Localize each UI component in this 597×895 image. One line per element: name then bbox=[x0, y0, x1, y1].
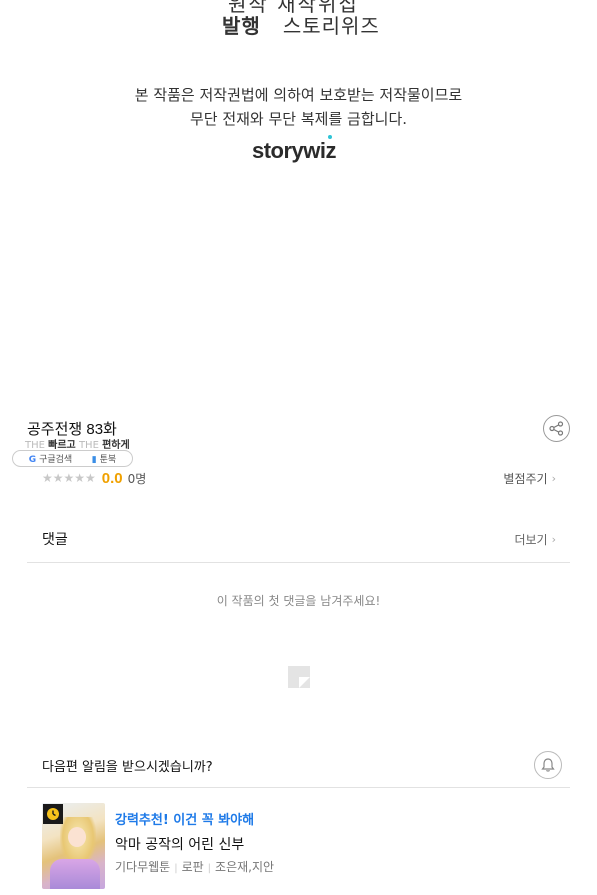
rate-button[interactable]: 별점주기 › bbox=[503, 470, 556, 487]
comments-more-label: 더보기 bbox=[514, 532, 548, 547]
thumb-art-face bbox=[68, 827, 86, 847]
ad-pill-left-label: 구글검색 bbox=[39, 455, 73, 465]
rate-button-label: 별점주기 bbox=[503, 471, 548, 486]
recommendation-authors: 조은재,지안 bbox=[215, 860, 275, 874]
storywiz-logo: storywiz bbox=[252, 135, 337, 164]
recommendation-item[interactable]: 강력추천! 이건 꼭 봐야해 악마 공작의 어린 신부 기다무웹툰 | 로판 | 조은재… bbox=[42, 803, 562, 895]
recommendation-thumbnail[interactable] bbox=[42, 803, 105, 889]
copyright-notice-line1: 본 작품은 저작권법에 의하여 보호받는 저작물이므로 bbox=[134, 86, 463, 104]
share-icon bbox=[549, 421, 564, 436]
comments-header: 댓글 더보기 › bbox=[42, 528, 556, 550]
recommendation-promo: 강력추천! 이건 꼭 봐야해 bbox=[115, 813, 255, 828]
recommendation-meta: 기다무웹툰 | 로판 | 조은재,지안 bbox=[115, 858, 274, 875]
share-button[interactable] bbox=[543, 415, 570, 442]
bell-icon bbox=[541, 758, 555, 772]
ad-pill-right-label: 툰북 bbox=[99, 455, 117, 465]
recommendation-genre: 기다무웹툰 bbox=[115, 860, 171, 874]
rating-score: 0.0 bbox=[101, 469, 123, 487]
storywiz-logo-text: storywiz bbox=[252, 138, 337, 163]
ad-pill-google: G 구글검색 bbox=[29, 452, 72, 465]
ad-search-pill[interactable]: G 구글검색 ▮ 툰북 bbox=[12, 450, 133, 467]
copyright-notice-line2: 무단 전재와 무단 복제를 금합니다. bbox=[189, 110, 408, 128]
logo-dot bbox=[328, 135, 332, 139]
notify-question: 다음편 알림을 받으시겠습니까? bbox=[42, 759, 213, 775]
notify-divider bbox=[27, 787, 570, 788]
chevron-right-icon: › bbox=[551, 471, 556, 485]
comments-label: 댓글 bbox=[42, 532, 68, 548]
credit-publisher-value: 스토리위즈 bbox=[282, 14, 380, 38]
ad-overlay-text[interactable]: THE 빠르고 THE 편하게 bbox=[25, 436, 135, 451]
ad-pill-toonbook: ▮ 툰북 bbox=[92, 452, 116, 465]
credit-publisher-key: 발행 bbox=[222, 14, 261, 38]
recommendation-title[interactable]: 악마 공작의 어린 신부 bbox=[115, 834, 274, 854]
ad-placeholder-icon bbox=[288, 666, 310, 688]
chevron-right-icon: › bbox=[551, 532, 556, 546]
credit-publisher: 발행 스토리위즈 bbox=[222, 10, 380, 39]
thumb-art-dress bbox=[50, 859, 100, 889]
notify-bell-button[interactable] bbox=[534, 751, 562, 779]
meta-separator: | bbox=[207, 863, 212, 874]
clock-icon bbox=[47, 808, 59, 820]
empty-comment-message[interactable]: 이 작품의 첫 댓글을 남겨주세요! bbox=[0, 592, 597, 609]
recommendation-category: 로판 bbox=[181, 860, 204, 874]
google-g-icon: G bbox=[28, 455, 37, 465]
rating-row: ★★★★★ 0.0 0명 별점주기 › bbox=[42, 468, 556, 488]
ad-placeholder[interactable] bbox=[42, 640, 556, 712]
episode-credits-image: 원작 재작위집 발행 스토리위즈 본 작품은 저작권법에 의하여 보호받는 저작물… bbox=[0, 0, 597, 200]
rating-count: 0명 bbox=[127, 471, 147, 486]
comments-more-button[interactable]: 더보기 › bbox=[514, 531, 556, 548]
wait-free-clock-icon bbox=[43, 804, 63, 824]
comments-divider bbox=[27, 562, 570, 563]
recommendation-text: 강력추천! 이건 꼭 봐야해 악마 공작의 어린 신부 기다무웹툰 | 로판 | 조은재… bbox=[115, 809, 274, 875]
next-episode-notify-row: 다음편 알림을 받으시겠습니까? bbox=[42, 751, 562, 779]
rating-stars: ★★★★★ bbox=[42, 471, 96, 485]
book-icon: ▮ bbox=[91, 455, 97, 465]
meta-separator: | bbox=[174, 863, 178, 874]
